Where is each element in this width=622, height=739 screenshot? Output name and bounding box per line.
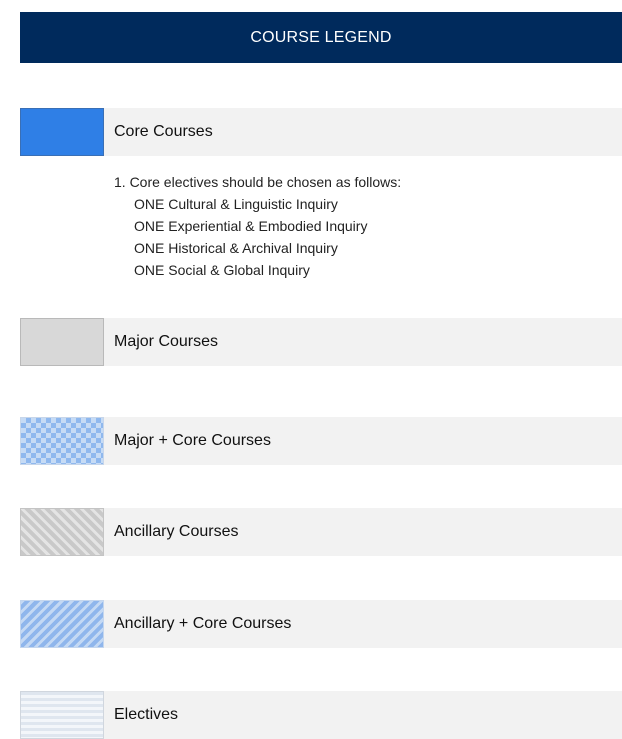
core-note-item: ONE Historical & Archival Inquiry	[134, 240, 338, 256]
core-notes-intro: 1. Core electives should be chosen as fo…	[114, 174, 402, 190]
major-swatch	[20, 318, 104, 366]
legend-label-ancillary: Ancillary Courses	[104, 508, 622, 556]
legend-row-ancillary: Ancillary Courses	[20, 508, 622, 556]
legend-label-major-core: Major + Core Courses	[104, 417, 622, 465]
core-notes: 1. Core electives should be chosen as fo…	[114, 171, 401, 281]
core-note-item: ONE Cultural & Linguistic Inquiry	[134, 196, 338, 212]
electives-swatch	[20, 691, 104, 739]
major-core-swatch	[20, 417, 104, 465]
legend-label-core: Core Courses	[104, 108, 622, 156]
legend-row-major: Major Courses	[20, 318, 622, 366]
legend-label-major: Major Courses	[104, 318, 622, 366]
core-note-item: ONE Experiential & Embodied Inquiry	[134, 218, 368, 234]
legend-row-electives: Electives	[20, 691, 622, 739]
legend-header: COURSE LEGEND	[20, 12, 622, 63]
ancillary-core-swatch	[20, 600, 104, 648]
ancillary-swatch	[20, 508, 104, 556]
legend-row-major-core: Major + Core Courses	[20, 417, 622, 465]
legend-label-ancillary-core: Ancillary + Core Courses	[104, 600, 622, 648]
core-swatch	[20, 108, 104, 156]
legend-row-ancillary-core: Ancillary + Core Courses	[20, 600, 622, 648]
legend-title: COURSE LEGEND	[250, 28, 392, 46]
legend-label-electives: Electives	[104, 691, 622, 739]
legend-row-core: Core Courses	[20, 108, 622, 156]
core-note-item: ONE Social & Global Inquiry	[134, 262, 310, 278]
